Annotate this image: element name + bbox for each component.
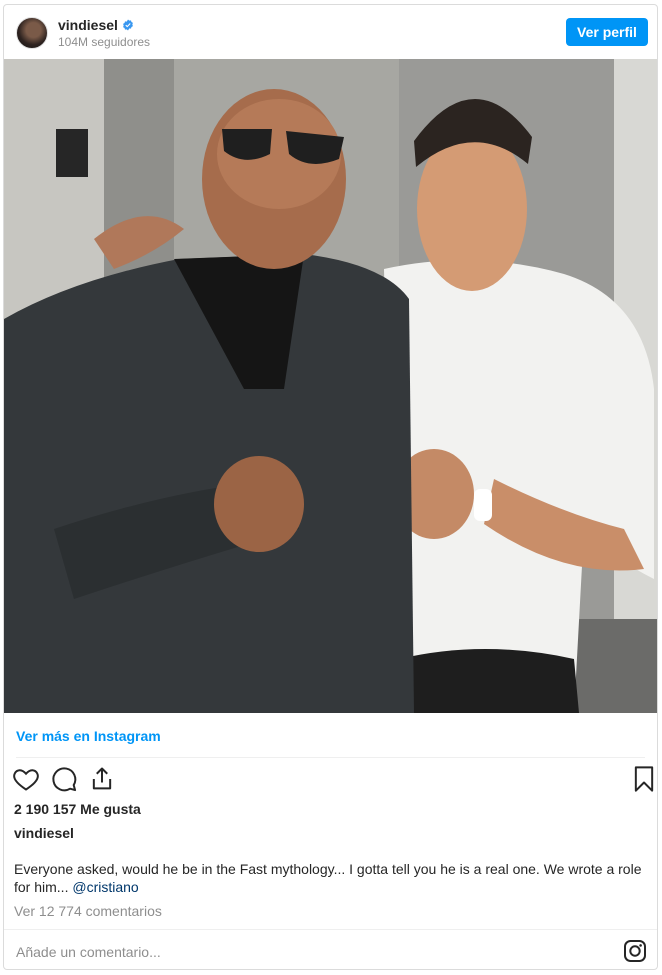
caption: Everyone asked, would he be in the Fast … [14, 860, 644, 896]
caption-mention[interactable]: @cristiano [72, 879, 138, 895]
divider [16, 757, 645, 758]
view-profile-button[interactable]: Ver perfil [566, 18, 648, 46]
caption-username[interactable]: vindiesel [14, 825, 74, 841]
comment-input[interactable] [14, 940, 578, 964]
verified-badge-icon [122, 19, 133, 31]
instagram-embed-card: vindiesel 104M seguidores Ver perfil Ver… [3, 4, 658, 970]
view-more-on-instagram-link[interactable]: Ver más en Instagram [16, 728, 161, 744]
comment-icon[interactable] [50, 765, 78, 793]
username[interactable]: vindiesel [58, 17, 118, 33]
username-row[interactable]: vindiesel [58, 17, 134, 33]
bookmark-icon[interactable] [630, 765, 658, 793]
view-comments-link[interactable]: Ver 12 774 comentarios [14, 903, 162, 919]
post-photo[interactable] [4, 59, 657, 713]
post-photo-illustration [4, 59, 657, 713]
heart-icon[interactable] [12, 765, 40, 793]
post-header: vindiesel 104M seguidores Ver perfil [4, 5, 657, 59]
comment-bar [4, 929, 657, 969]
share-icon[interactable] [88, 765, 116, 793]
avatar[interactable] [16, 17, 48, 49]
instagram-logo-icon[interactable] [623, 939, 647, 963]
follower-count: 104M seguidores [58, 35, 151, 49]
like-count[interactable]: 2 190 157 Me gusta [14, 801, 141, 817]
